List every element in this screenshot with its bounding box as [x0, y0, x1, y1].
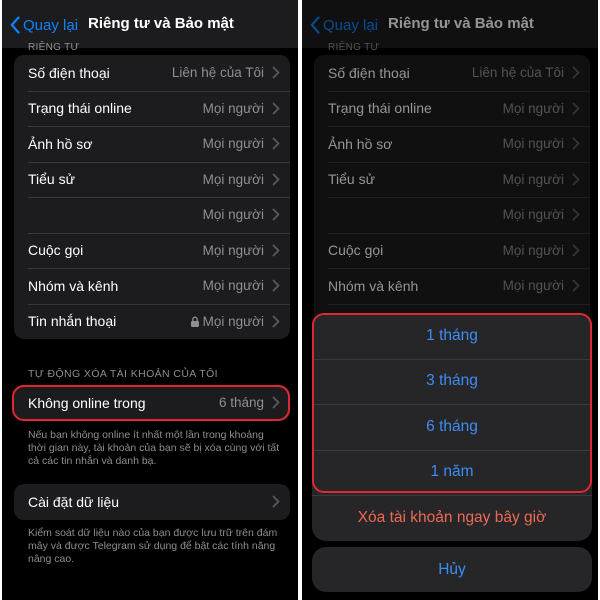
chevron-left-icon [10, 16, 20, 34]
row-label: Tiểu sử [28, 171, 75, 188]
row-label: Tin nhắn thoại [28, 313, 117, 330]
row-value: Mọi người [203, 101, 280, 116]
right-screen: Quay lại Riêng tư và Bảo mật RIÊNG TƯ Số… [302, 0, 598, 600]
privacy-row-bio[interactable]: Tiểu sử Mọi người [14, 161, 290, 198]
privacy-row-profile-photo[interactable]: Ảnh hồ sơ Mọi người [14, 126, 290, 162]
delete-account-now-button[interactable]: Xóa tài khoản ngay bây giờ [312, 495, 592, 541]
page-title: Riêng tư và Bảo mật [88, 15, 234, 32]
chevron-right-icon [272, 495, 280, 508]
row-label: Ảnh hồ sơ [28, 135, 93, 152]
privacy-row-calls[interactable]: Cuộc gọi Mọi người [14, 232, 290, 269]
chevron-right-icon [272, 244, 280, 257]
row-value-text: Mọi người [202, 171, 264, 187]
data-settings-footnote: Kiểm soát dữ liệu nào của bạn được lưu t… [28, 527, 278, 565]
back-label: Quay lại [23, 16, 79, 34]
privacy-row-phone[interactable]: Số điện thoại Liên hệ của Tôi [14, 55, 290, 91]
highlight-frame [12, 385, 290, 421]
row-label: Nhóm và kênh [28, 277, 119, 294]
row-value-text: Mọi người [202, 100, 264, 116]
row-label: Cuộc gọi [28, 242, 84, 259]
chevron-right-icon [272, 173, 280, 186]
row-value-text: Mọi người [202, 278, 264, 294]
row-value: Mọi người [203, 278, 280, 293]
left-screen: Quay lại Riêng tư và Bảo mật RIÊNG TƯ Số… [2, 0, 298, 600]
row-value-text: Mọi người [202, 313, 264, 329]
data-settings-group: Cài đặt dữ liệu [14, 484, 290, 520]
row-value: Mọi người [203, 243, 280, 258]
row-label: Trạng thái online [28, 100, 132, 117]
section-header-privacy: RIÊNG TƯ [28, 42, 80, 53]
row-value: Liên hệ của Tôi [172, 65, 280, 80]
row-value: Mọi người [203, 172, 280, 187]
row-value-text: Liên hệ của Tôi [171, 65, 264, 81]
row-label: Số điện thoại [28, 64, 110, 81]
row-value: Mọi người [203, 207, 280, 222]
cancel-button[interactable]: Hủy [312, 547, 592, 592]
row-value: Mọi người [203, 136, 280, 151]
highlight-frame [312, 313, 592, 493]
privacy-row-online-status[interactable]: Trạng thái online Mọi người [14, 90, 290, 127]
section-header-auto-delete: TỰ ĐỘNG XÓA TÀI KHOẢN CỦA TÔI [28, 368, 218, 380]
chevron-right-icon [272, 66, 280, 79]
privacy-row-unlabeled[interactable]: Mọi người [14, 197, 290, 233]
auto-delete-footnote: Nếu bạn không online ít nhất một lần tro… [28, 429, 280, 467]
chevron-right-icon [272, 279, 280, 292]
back-button[interactable]: Quay lại [10, 14, 78, 36]
privacy-group: Số điện thoại Liên hệ của Tôi Trạng thái… [14, 55, 290, 339]
row-label: Cài đặt dữ liệu [28, 493, 120, 510]
row-value-text: Mọi người [202, 207, 264, 223]
row-value: Mọi người [190, 314, 280, 329]
chevron-right-icon [272, 137, 280, 150]
lock-icon [190, 316, 199, 327]
chevron-right-icon [272, 315, 280, 328]
navigation-bar: Quay lại Riêng tư và Bảo mật [2, 0, 298, 48]
data-settings-row[interactable]: Cài đặt dữ liệu [14, 484, 290, 520]
row-value-text: Mọi người [202, 242, 264, 258]
settings-content: RIÊNG TƯ Số điện thoại Liên hệ của Tôi T… [2, 42, 298, 600]
chevron-right-icon [272, 102, 280, 115]
privacy-row-groups-channels[interactable]: Nhóm và kênh Mọi người [14, 268, 290, 304]
row-value [264, 495, 280, 508]
row-value-text: Mọi người [202, 136, 264, 152]
chevron-right-icon [272, 208, 280, 221]
privacy-row-voice-messages[interactable]: Tin nhắn thoại Mọi người [14, 303, 290, 340]
